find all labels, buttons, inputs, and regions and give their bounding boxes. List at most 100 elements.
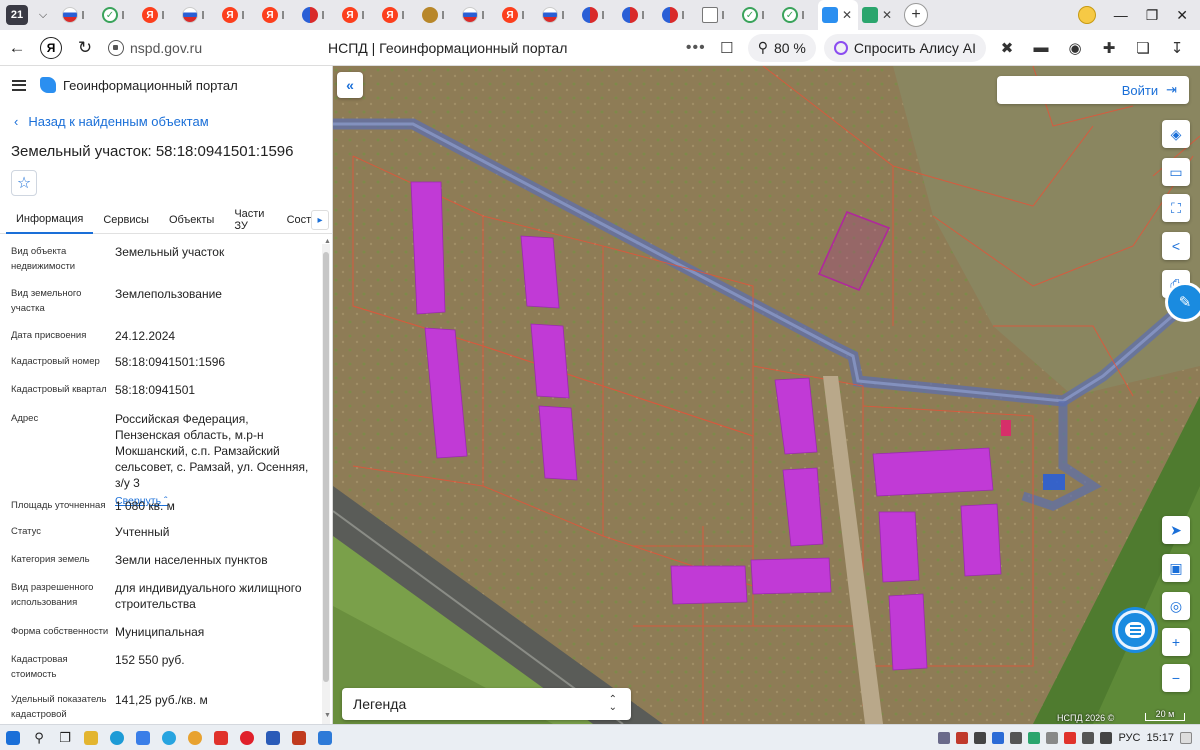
edge-icon[interactable] [104,725,130,750]
yandex-browser-icon[interactable] [208,725,234,750]
tray-icon[interactable] [974,731,987,744]
scrollbar-thumb[interactable] [323,252,329,682]
puzzle-icon[interactable]: ✚ [1096,39,1122,57]
tray-icon[interactable] [992,731,1005,744]
close-tab-icon[interactable]: ✕ [842,8,852,22]
navigate-button[interactable]: ➤ [1162,516,1190,544]
extension-icon[interactable]: ▬ [1028,39,1054,56]
gosuslugi-button[interactable]: ✎ [1165,282,1200,322]
tab-parts[interactable]: Части ЗУ [224,206,276,234]
tab-info[interactable]: Информация [6,206,94,234]
tray-icon[interactable] [938,731,951,744]
measure-button[interactable]: ▭ [1162,158,1190,186]
screen-button[interactable]: ▣ [1162,554,1190,582]
chat-button[interactable] [1115,610,1155,650]
tray-icon[interactable] [1028,731,1041,744]
browser-tab[interactable]: Я [498,0,538,30]
browser-tab[interactable] [658,0,698,30]
portal-name[interactable]: Геоинформационный портал [63,78,238,93]
tab-count-badge[interactable]: 21 [6,5,28,25]
browser-tab[interactable] [458,0,498,30]
browser-tab[interactable]: ✕ [858,0,898,30]
notifications-icon[interactable] [1180,731,1192,744]
close-window-icon[interactable]: ✕ [1176,7,1188,24]
yandex-home-icon[interactable]: Я [40,36,62,59]
scroll-down-icon[interactable]: ▼ [324,712,331,719]
browser-tab[interactable]: ✓ [738,0,778,30]
share-button[interactable]: < [1162,232,1190,260]
tray-icon[interactable] [1064,731,1077,744]
browser-tab[interactable] [698,0,738,30]
minimize-icon[interactable]: — [1114,7,1128,23]
address-bar: ← Я ↻ nspd.gov.ru НСПД | Геоинформационн… [0,30,1200,66]
tray-icon[interactable] [1010,731,1023,744]
browser-tab[interactable] [58,0,98,30]
chrome-icon[interactable] [182,725,208,750]
legend-dropdown[interactable]: Легенда ⌃ ⌄ [342,688,631,720]
collapse-panel-button[interactable]: « [337,72,363,98]
new-tab-button[interactable]: + [904,3,928,27]
back-to-results-link[interactable]: ‹ Назад к найденным объектам [14,114,209,129]
restore-icon[interactable]: ❐ [1146,7,1159,24]
tray-icon[interactable] [956,731,969,744]
browser-tab[interactable]: ✓ [778,0,818,30]
panel-scrollbar[interactable] [322,244,330,724]
browser-tab[interactable] [418,0,458,30]
browser-tab[interactable]: Я [258,0,298,30]
favorite-star-button[interactable]: ☆ [11,170,37,196]
browser-tab-active[interactable]: ✕ [818,0,858,30]
tabs-menu-chevron-icon[interactable]: ⌵ [34,9,52,22]
satellite-map[interactable] [333,66,1200,724]
layers-button[interactable]: ◈ [1162,120,1190,148]
extension-icon[interactable]: ◉ [1062,39,1088,57]
url-field[interactable]: nspd.gov.ru [130,40,202,56]
back-arrow-icon[interactable]: ← [0,38,34,58]
browser-tab[interactable] [178,0,218,30]
extension-icon[interactable]: ✖ [994,39,1020,57]
mail-icon[interactable] [312,725,338,750]
browser-tab[interactable] [538,0,578,30]
map-view[interactable]: « Войти ⇥ ◈ ▭ ⛶ < ⎙ ✎ ➤ ▣ ◎ + − Легенда … [333,66,1200,724]
browser-tab[interactable]: Я [338,0,378,30]
media-icon[interactable] [286,725,312,750]
zoom-out-button[interactable]: − [1162,664,1190,692]
alice-button[interactable]: Спросить Алису AI [823,33,986,62]
smiley-icon[interactable] [1077,6,1096,24]
locate-button[interactable]: ◎ [1162,592,1190,620]
network-icon[interactable] [1082,731,1095,744]
volume-icon[interactable] [1100,731,1113,744]
login-button[interactable]: Войти ⇥ [997,76,1189,104]
start-icon[interactable] [0,725,26,750]
browser-tab[interactable]: Я [218,0,258,30]
tab-services[interactable]: Сервисы [93,206,159,234]
browser-tab[interactable]: Я [378,0,418,30]
reload-icon[interactable]: ↻ [68,38,102,58]
language-indicator[interactable]: РУС [1118,732,1140,744]
bookmark-icon[interactable]: ☐ [714,39,740,57]
browser-tab[interactable] [298,0,338,30]
collections-icon[interactable]: ❏ [1130,39,1156,57]
opera-icon[interactable] [234,725,260,750]
explorer-icon[interactable] [78,725,104,750]
browser-tab[interactable] [578,0,618,30]
tab-objects[interactable]: Объекты [159,206,224,234]
word-icon[interactable] [260,725,286,750]
site-info-icon[interactable] [108,39,124,56]
store-icon[interactable] [130,725,156,750]
zoom-in-button[interactable]: + [1162,628,1190,656]
more-dots-icon[interactable]: ••• [686,39,706,57]
ie-icon[interactable] [156,725,182,750]
tabs-scroll-right-icon[interactable]: ▸ [311,210,329,230]
tray-icon[interactable] [1046,731,1059,744]
zoom-indicator[interactable]: ⚲ 80 % [747,33,816,62]
clock[interactable]: 15:17 [1146,732,1174,744]
menu-icon[interactable] [12,79,26,91]
download-icon[interactable]: ↧ [1164,39,1190,57]
browser-tab[interactable] [618,0,658,30]
task-view-icon[interactable]: ❐ [52,725,78,750]
browser-tab[interactable]: Я [138,0,178,30]
search-icon[interactable]: ⚲ [26,725,52,750]
select-area-button[interactable]: ⛶ [1162,194,1190,222]
close-tab-icon[interactable]: ✕ [882,8,892,22]
browser-tab[interactable]: ✓ [98,0,138,30]
